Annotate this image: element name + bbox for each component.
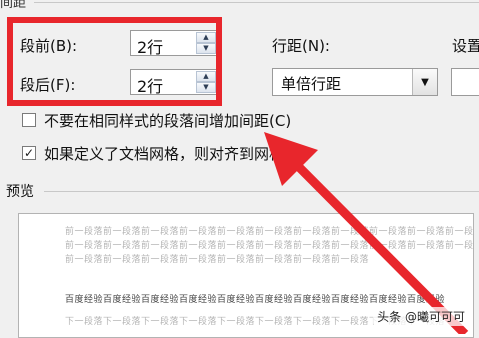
watermark: 头条 @曦可可可 bbox=[373, 307, 469, 326]
red-arrow-icon bbox=[264, 132, 469, 334]
